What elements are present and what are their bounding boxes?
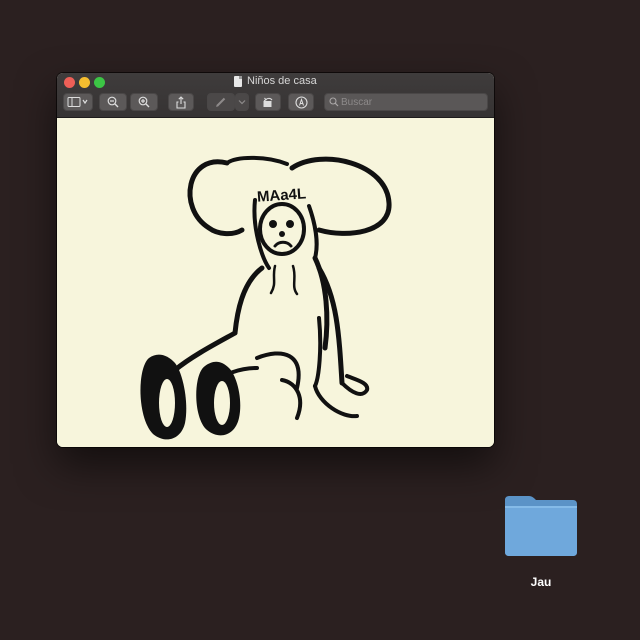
- share-button[interactable]: [168, 93, 194, 111]
- annotate-button[interactable]: [288, 93, 314, 111]
- search-input[interactable]: [341, 95, 481, 109]
- zoom-in-button[interactable]: [130, 93, 158, 111]
- rotate-icon: [263, 97, 273, 107]
- annotate-icon: [294, 95, 308, 109]
- search-field[interactable]: [324, 93, 488, 111]
- markup-button[interactable]: [207, 93, 235, 111]
- zoom-out-icon: [107, 96, 119, 108]
- zoom-out-button[interactable]: [99, 93, 127, 111]
- markup-pen-icon: [216, 97, 226, 107]
- title-bar: Niños de casa: [57, 73, 494, 118]
- mouse-character-drawing: MAa4L: [140, 155, 392, 440]
- chevron-down-icon: [238, 100, 245, 105]
- sidebar-toggle-button[interactable]: [63, 93, 93, 111]
- rotate-button[interactable]: [255, 93, 281, 111]
- preview-window: Niños de casa Buscar MAa4L: [57, 73, 494, 447]
- document-view[interactable]: MAa4L: [57, 118, 494, 447]
- share-icon: [176, 95, 186, 109]
- zoom-in-icon: [138, 96, 150, 108]
- document-icon: [234, 76, 242, 87]
- folder-icon[interactable]: [503, 494, 579, 558]
- close-button[interactable]: [64, 77, 75, 88]
- drawing-text: MAa4L: [256, 185, 306, 205]
- markup-dropdown[interactable]: [235, 93, 249, 111]
- window-title: Niños de casa: [247, 75, 317, 87]
- zoom-button[interactable]: [94, 77, 105, 88]
- folder-label[interactable]: Jau: [505, 575, 577, 589]
- minimize-button[interactable]: [79, 77, 90, 88]
- sidebar-icon: [67, 97, 88, 107]
- search-icon: [329, 97, 339, 107]
